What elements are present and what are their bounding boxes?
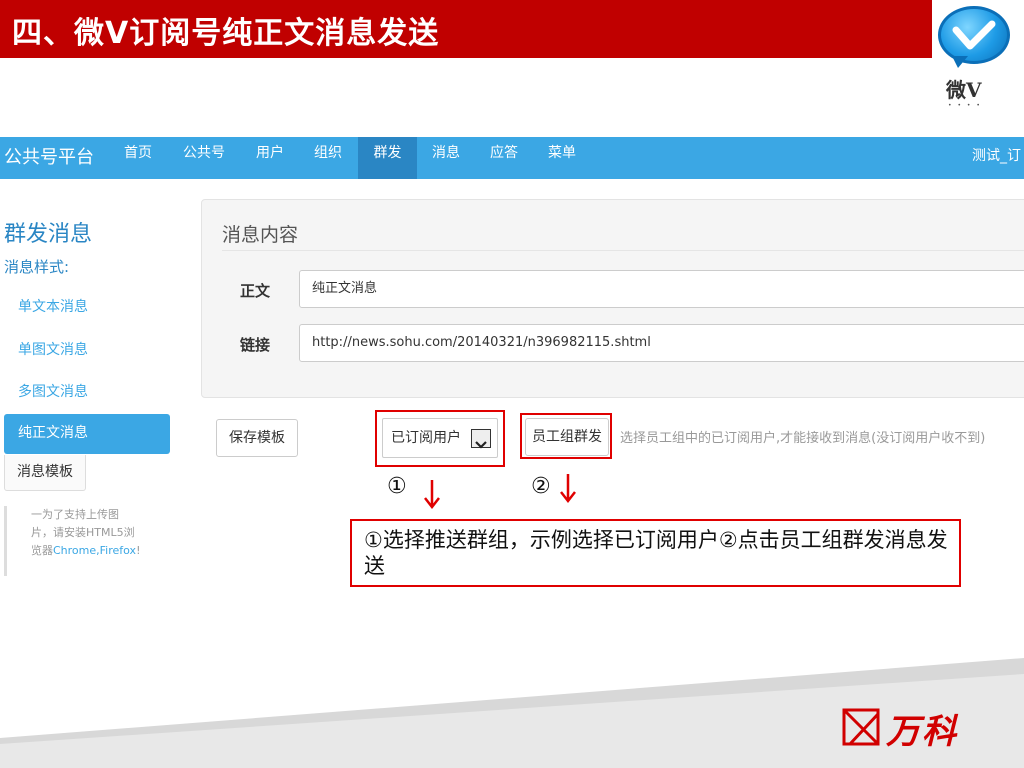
bubble-tail bbox=[952, 56, 968, 68]
nav-item-broadcast[interactable]: 群发 bbox=[358, 137, 417, 179]
note-line: 一为了支持上传图 bbox=[31, 508, 119, 521]
logo-text: 微V bbox=[946, 78, 982, 102]
message-template-button[interactable]: 消息模板 bbox=[4, 455, 86, 491]
nav-item-replies[interactable]: 应答 bbox=[482, 137, 526, 179]
audience-select[interactable]: 已订阅用户 bbox=[382, 418, 498, 458]
footer-wave bbox=[0, 658, 1024, 768]
note-suffix: ! bbox=[136, 544, 141, 557]
footer-brand: 万科 bbox=[886, 712, 958, 752]
note-line: 览器Chrome,Firefox! bbox=[31, 542, 144, 560]
nav-item-org[interactable]: 组织 bbox=[305, 137, 351, 179]
arrow-down-icon bbox=[560, 474, 576, 504]
browser-note: 一为了支持上传图 片，请安装HTML5浏 览器Chrome,Firefox! bbox=[4, 506, 144, 576]
sidebar-item-single-text[interactable]: 单文本消息 bbox=[18, 296, 88, 316]
check-icon bbox=[952, 20, 996, 50]
body-field[interactable]: 纯正文消息 bbox=[299, 270, 1024, 308]
weiv-logo: 微V • • • • bbox=[930, 0, 1024, 130]
sidebar-item-single-news[interactable]: 单图文消息 bbox=[18, 339, 88, 359]
marker-one: ① bbox=[387, 474, 407, 499]
nav-user-name[interactable]: 测试_订 bbox=[972, 145, 1021, 165]
arrow-down-icon bbox=[424, 480, 440, 510]
instruction-callout: ①选择推送群组，示例选择已订阅用户②点击员工组群发消息发送 bbox=[350, 519, 961, 587]
nav-brand[interactable]: 公共号平台 bbox=[4, 143, 94, 169]
audience-select-value: 已订阅用户 bbox=[391, 430, 461, 446]
link-label: 链接 bbox=[240, 336, 271, 354]
top-navbar: 公共号平台 首页 公共号 用户 组织 群发 消息 应答 菜单 测试_订 bbox=[0, 137, 1024, 179]
group-send-button[interactable]: 员工组群发 bbox=[525, 418, 609, 456]
sidebar-title: 群发消息 bbox=[4, 222, 93, 247]
body-label: 正文 bbox=[240, 282, 271, 300]
panel-divider bbox=[222, 250, 1024, 251]
slide-title: 四、微V订阅号纯正文消息发送 bbox=[12, 16, 440, 51]
sidebar-subtitle: 消息样式: bbox=[4, 258, 70, 276]
link-field[interactable]: http://news.sohu.com/20140321/n396982115… bbox=[299, 324, 1024, 362]
nav-item-menu[interactable]: 菜单 bbox=[540, 137, 584, 179]
send-hint: 选择员工组中的已订阅用户,才能接收到消息(没订阅用户收不到) bbox=[620, 431, 986, 446]
message-content-panel: 消息内容 正文 纯正文消息 链接 http://news.sohu.com/20… bbox=[201, 199, 1024, 398]
title-banner: 四、微V订阅号纯正文消息发送 bbox=[0, 0, 932, 58]
vanke-logo-icon bbox=[842, 708, 880, 746]
save-template-button[interactable]: 保存模板 bbox=[216, 419, 298, 457]
nav-item-accounts[interactable]: 公共号 bbox=[177, 137, 231, 179]
nav-item-users[interactable]: 用户 bbox=[247, 137, 293, 179]
chevron-down-icon[interactable] bbox=[471, 429, 491, 449]
slide: 四、微V订阅号纯正文消息发送 微V • • • • 公共号平台 首页 公共号 用… bbox=[0, 0, 1024, 768]
marker-two: ② bbox=[531, 474, 551, 499]
note-line: 片，请安装HTML5浏 bbox=[31, 526, 135, 539]
sidebar-item-plain-text[interactable]: 纯正文消息 bbox=[4, 414, 170, 454]
note-prefix: 览器 bbox=[31, 544, 53, 557]
nav-item-home[interactable]: 首页 bbox=[113, 137, 163, 179]
note-browsers: Chrome,Firefox bbox=[53, 544, 137, 557]
nav-item-messages[interactable]: 消息 bbox=[424, 137, 468, 179]
logo-subtext: • • • • bbox=[948, 102, 982, 109]
sidebar-item-multi-news[interactable]: 多图文消息 bbox=[18, 381, 88, 401]
panel-title: 消息内容 bbox=[222, 224, 299, 246]
